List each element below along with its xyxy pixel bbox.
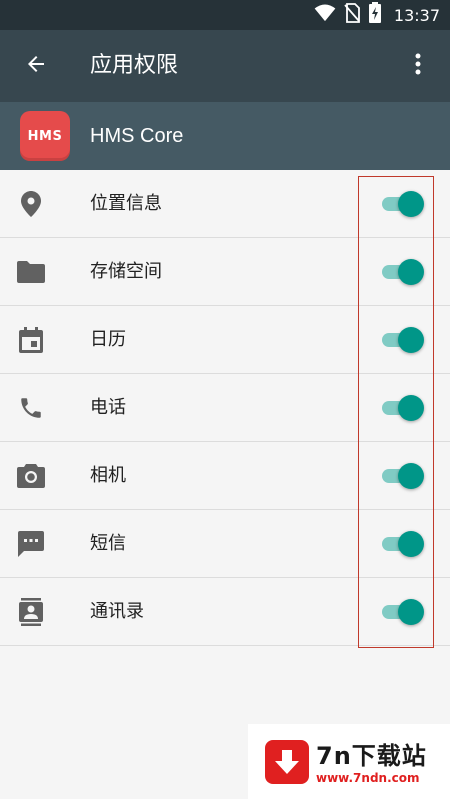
download-arrow-icon — [265, 740, 309, 784]
arrow-back-icon — [24, 52, 48, 80]
app-name: HMS Core — [90, 125, 184, 147]
permission-toggle-phone[interactable] — [382, 395, 424, 421]
calendar-icon — [16, 325, 46, 355]
toggle-thumb — [398, 191, 424, 217]
permission-row-storage[interactable]: 存储空间 — [0, 238, 450, 306]
permission-label: 相机 — [90, 465, 126, 486]
permission-label: 存储空间 — [90, 261, 162, 282]
permission-row-calendar[interactable]: 日历 — [0, 306, 450, 374]
permission-row-contacts[interactable]: 通讯录 — [0, 578, 450, 646]
permission-label: 日历 — [90, 329, 126, 350]
battery-charging-icon — [368, 2, 382, 28]
phone-icon — [16, 393, 46, 423]
toggle-thumb — [398, 327, 424, 353]
permission-row-camera[interactable]: 相机 — [0, 442, 450, 510]
permission-toggle-storage[interactable] — [382, 259, 424, 285]
toggle-thumb — [398, 259, 424, 285]
watermark: 7n下载站 www.7ndn.com — [248, 724, 450, 799]
permission-toggle-location[interactable] — [382, 191, 424, 217]
watermark-title: 7n下载站 — [316, 742, 427, 770]
app-bar: 应用权限 — [0, 30, 450, 102]
page-title: 应用权限 — [90, 53, 179, 78]
more-vert-icon — [415, 53, 421, 79]
status-bar: 13:37 — [0, 0, 450, 30]
permission-row-sms[interactable]: 短信 — [0, 510, 450, 578]
sms-icon — [16, 529, 46, 559]
toggle-thumb — [398, 463, 424, 489]
toggle-thumb — [398, 531, 424, 557]
permission-label: 位置信息 — [90, 193, 162, 214]
permission-toggle-calendar[interactable] — [382, 327, 424, 353]
app-header: HMS HMS Core — [0, 102, 450, 170]
app-logo: HMS — [20, 111, 70, 161]
no-sim-icon — [344, 3, 360, 27]
location-pin-icon — [16, 189, 46, 219]
permission-row-phone[interactable]: 电话 — [0, 374, 450, 442]
permission-list: 位置信息 存储空间 日历 电话 相机 短信 通讯录 — [0, 170, 450, 646]
status-icons: 13:37 — [314, 0, 440, 30]
permission-label: 短信 — [90, 533, 126, 554]
folder-icon — [16, 257, 46, 287]
toggle-thumb — [398, 395, 424, 421]
back-button[interactable] — [14, 44, 58, 88]
watermark-url: www.7ndn.com — [316, 771, 420, 785]
permission-toggle-camera[interactable] — [382, 463, 424, 489]
permission-label: 通讯录 — [90, 601, 144, 622]
camera-icon — [16, 461, 46, 491]
status-time: 13:37 — [393, 5, 440, 25]
contacts-icon — [16, 597, 46, 627]
permission-toggle-contacts[interactable] — [382, 599, 424, 625]
toggle-thumb — [398, 599, 424, 625]
permission-toggle-sms[interactable] — [382, 531, 424, 557]
wifi-icon — [314, 4, 336, 26]
permission-row-location[interactable]: 位置信息 — [0, 170, 450, 238]
permission-label: 电话 — [90, 397, 126, 418]
more-options-button[interactable] — [396, 44, 440, 88]
